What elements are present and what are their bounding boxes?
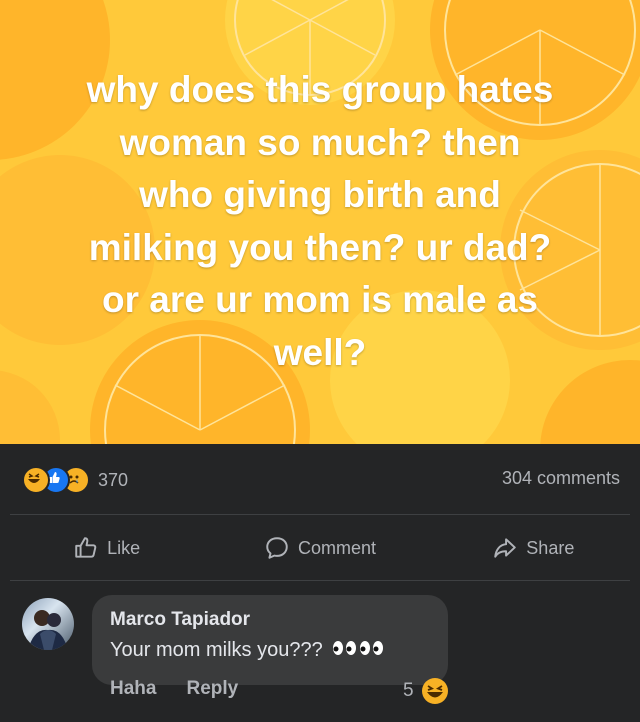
like-button[interactable]: Like: [0, 516, 213, 580]
post-text-line: why does this group hates: [86, 69, 554, 110]
post-text-line: woman so much? then: [119, 121, 521, 163]
share-label: Share: [526, 537, 575, 558]
comment-author[interactable]: Marco Tapiador: [110, 609, 250, 631]
comment-reaction-summary[interactable]: 5: [403, 678, 448, 704]
avatar[interactable]: [22, 598, 74, 650]
post-text-line: who giving birth and: [139, 174, 501, 215]
comment-actions: Haha Reply: [110, 678, 268, 700]
comment-reaction-count: 5: [403, 680, 414, 701]
haha-icon: [421, 678, 448, 704]
divider: [10, 514, 630, 515]
post-actions: Like Comment Share: [0, 516, 640, 580]
eyes-emoji-icon: [332, 639, 386, 662]
comments-count[interactable]: 304 comments: [502, 468, 620, 489]
divider: [10, 580, 630, 581]
reply-link[interactable]: Reply: [186, 678, 238, 700]
comment-label: Comment: [297, 537, 376, 558]
post-text: why does this group hates woman so much?…: [30, 64, 610, 379]
comment-bubble[interactable]: Marco Tapiador Your mom milks you???: [92, 595, 448, 685]
comment: Marco Tapiador Your mom milks you??? Hah…: [0, 582, 640, 722]
post-text-line: well?: [273, 331, 367, 373]
comment-button[interactable]: Comment: [213, 516, 426, 580]
haha-icon: [22, 466, 50, 494]
speech-bubble-icon: [266, 537, 288, 559]
post-background: why does this group hates woman so much?…: [0, 0, 640, 444]
post-text-line: or are ur mom is male as: [102, 279, 538, 320]
share-arrow-icon: [494, 538, 517, 558]
post-text-line: milking you then? ur dad?: [88, 226, 552, 268]
share-button[interactable]: Share: [427, 516, 640, 580]
comment-text: Your mom milks you???: [110, 639, 323, 661]
comment-text-line: Your mom milks you???: [110, 639, 386, 662]
reaction-summary[interactable]: 370: [22, 466, 129, 494]
thumbs-up-icon: [75, 537, 97, 558]
reaction-count: 370: [98, 469, 129, 490]
like-label: Like: [107, 537, 141, 558]
haha-reaction-link[interactable]: Haha: [110, 678, 156, 700]
post-meta: 370 304 comments: [0, 444, 640, 514]
